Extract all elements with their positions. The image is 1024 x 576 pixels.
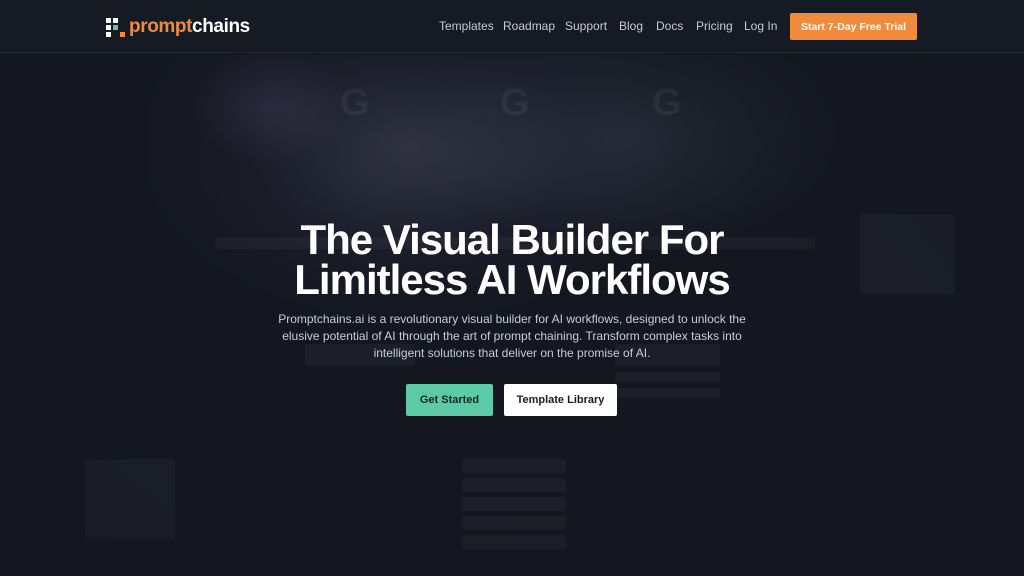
hero-title: The Visual Builder For Limitless AI Work…	[0, 216, 1024, 303]
hero-title-line: Limitless AI Workflows	[294, 256, 730, 303]
template-library-button[interactable]: Template Library	[504, 384, 617, 416]
login-link[interactable]: Log In	[744, 19, 777, 33]
hero-description: Promptchains.ai is a revolutionary visua…	[278, 312, 746, 360]
site-header: promptchains Templates Roadmap Support B…	[0, 0, 1024, 53]
nav-link-blog[interactable]: Blog	[619, 19, 643, 33]
nav-link-support[interactable]: Support	[565, 19, 607, 33]
brand-name-part1: prompt	[129, 16, 193, 37]
brand-name-part2: chains	[192, 16, 250, 37]
pixel-blocks-logo-icon	[106, 17, 125, 37]
hero-title-line: The Visual Builder For	[300, 216, 725, 263]
nav-link-roadmap[interactable]: Roadmap	[503, 19, 555, 33]
start-trial-button[interactable]: Start 7-Day Free Trial	[790, 13, 917, 40]
brand-wordmark: promptchains	[129, 16, 250, 38]
nav-link-templates[interactable]: Templates	[439, 19, 494, 33]
nav-link-docs[interactable]: Docs	[656, 19, 683, 33]
nav-link-pricing[interactable]: Pricing	[696, 19, 733, 33]
brand-logo[interactable]: promptchains	[106, 16, 250, 38]
get-started-button[interactable]: Get Started	[406, 384, 493, 416]
